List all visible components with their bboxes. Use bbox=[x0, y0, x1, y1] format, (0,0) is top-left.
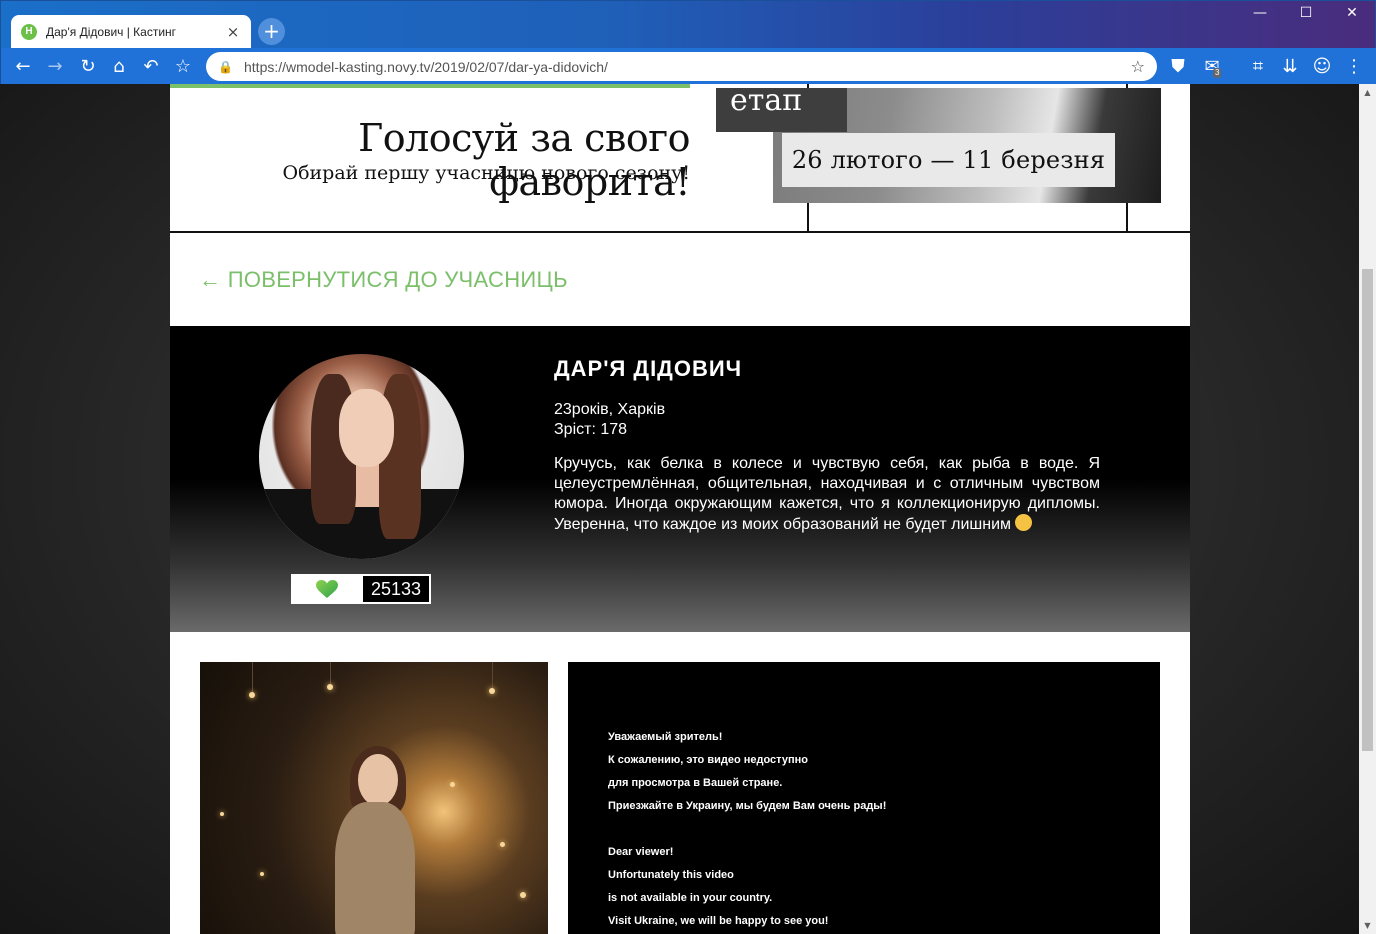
avatar-icon[interactable]: ☺ bbox=[1309, 54, 1335, 80]
lock-icon: 🔒 bbox=[218, 59, 233, 74]
address-bar[interactable]: 🔒 https://wmodel-kasting.novy.tv/2019/02… bbox=[206, 52, 1157, 81]
favicon-icon: Н bbox=[21, 23, 37, 40]
video-msg-line: Приезжайте в Украину, мы будем Вам очень… bbox=[608, 800, 887, 812]
new-tab-button[interactable]: + bbox=[258, 18, 285, 45]
star-icon[interactable]: ☆ bbox=[1131, 57, 1145, 76]
page-viewport: Голосуй за свого фаворита! Обирай першу … bbox=[0, 84, 1359, 934]
menu-icon[interactable]: ⋮ bbox=[1341, 54, 1367, 80]
bokeh-light bbox=[260, 872, 264, 876]
video-msg-line: Unfortunately this video bbox=[608, 869, 734, 881]
participant-name: ДАР'Я ДІДОВИЧ bbox=[554, 356, 743, 381]
bookmark-star-icon[interactable]: ☆ bbox=[170, 54, 196, 80]
photo-subject-face bbox=[358, 754, 398, 806]
browser-toolbar: ← → ↻ ⌂ ↶ ☆ 🔒 https://wmodel-kasting.nov… bbox=[1, 48, 1376, 85]
participant-bio: Кручусь, как белка в колесе и чувствую с… bbox=[554, 454, 1100, 535]
video-msg-line: Уважаемый зритель! bbox=[608, 731, 723, 743]
video-msg-line: Dear viewer! bbox=[608, 846, 674, 858]
page-content: Голосуй за свого фаворита! Обирай першу … bbox=[170, 84, 1190, 934]
lamp-bulb bbox=[489, 688, 495, 694]
lamp-bulb bbox=[327, 684, 333, 690]
vote-widget[interactable]: 25133 bbox=[291, 574, 431, 604]
stage-label: етап bbox=[716, 86, 847, 132]
scroll-down-icon[interactable]: ▼ bbox=[1359, 917, 1376, 934]
close-window-button[interactable]: ✕ bbox=[1329, 5, 1375, 21]
banner-headline: Голосуй за свого фаворита! bbox=[358, 116, 690, 204]
scroll-up-icon[interactable]: ▲ bbox=[1359, 84, 1376, 101]
forward-icon[interactable]: → bbox=[42, 54, 68, 80]
bokeh-light bbox=[220, 812, 224, 816]
video-msg-line: Visit Ukraine, we will be happy to see y… bbox=[608, 915, 829, 927]
profile-section: 25133 ДАР'Я ДІДОВИЧ 23років, Харків Зріс… bbox=[170, 326, 1190, 632]
gallery-photo[interactable] bbox=[200, 662, 548, 934]
bokeh-light bbox=[520, 892, 526, 898]
scrollbar-thumb[interactable] bbox=[1362, 269, 1373, 751]
shield-icon[interactable]: ⛊ bbox=[1165, 54, 1191, 80]
lamp-wire bbox=[330, 662, 331, 684]
heart-icon[interactable] bbox=[292, 575, 362, 603]
undo-icon[interactable]: ↶ bbox=[138, 54, 164, 80]
tab-close-icon[interactable]: × bbox=[225, 23, 241, 41]
home-icon[interactable]: ⌂ bbox=[106, 54, 132, 80]
avatar bbox=[259, 354, 464, 559]
browser-tab[interactable]: Н Дар'я Дідович | Кастинг × bbox=[11, 15, 251, 48]
url-text[interactable]: https://wmodel-kasting.novy.tv/2019/02/0… bbox=[244, 59, 1131, 75]
participant-info: 23років, Харків Зріст: 178 bbox=[554, 400, 665, 440]
video-unavailable-message: Уважаемый зритель! К сожалению, это виде… bbox=[608, 726, 886, 933]
height: Зріст: 178 bbox=[554, 421, 628, 438]
video-msg-line bbox=[608, 818, 886, 841]
bokeh-light bbox=[500, 842, 505, 847]
minimize-button[interactable]: — bbox=[1237, 5, 1283, 21]
lamp-bulb bbox=[249, 692, 255, 698]
lamp-wire bbox=[492, 662, 493, 688]
avatar-face bbox=[339, 389, 394, 467]
video-player[interactable]: Уважаемый зритель! К сожалению, это виде… bbox=[568, 662, 1160, 934]
mail-icon[interactable]: ✉ bbox=[1199, 54, 1225, 80]
browser-chrome: Н Дар'я Дідович | Кастинг × + — ☐ ✕ ← → … bbox=[0, 0, 1376, 85]
video-msg-line: для просмотра в Вашей стране. bbox=[608, 777, 783, 789]
back-to-participants-link[interactable]: ← ПОВЕРНУТИСЯ ДО УЧАСНИЦЬ bbox=[199, 267, 568, 293]
photo-subject-coat bbox=[335, 802, 415, 934]
video-msg-line: К сожалению, это видео недоступно bbox=[608, 754, 808, 766]
smile-emoji-icon bbox=[1015, 514, 1033, 531]
promo-banner[interactable]: Голосуй за свого фаворита! Обирай першу … bbox=[170, 84, 1190, 233]
maximize-button[interactable]: ☐ bbox=[1283, 5, 1329, 21]
crop-icon[interactable]: ⌗ bbox=[1245, 54, 1271, 80]
bokeh-light bbox=[450, 782, 455, 787]
age-city: 23років, Харків bbox=[554, 401, 666, 418]
heart-icon-svg bbox=[316, 579, 338, 598]
reload-icon[interactable]: ↻ bbox=[75, 54, 101, 80]
banner-subheadline: Обирай першу учасницю нового сезону! bbox=[282, 162, 691, 184]
video-msg-line: is not available in your country. bbox=[608, 892, 773, 904]
banner-accent-line bbox=[170, 84, 690, 88]
download-icon[interactable]: ⇊ bbox=[1277, 54, 1303, 80]
lamp-wire bbox=[252, 662, 253, 692]
voting-dates: 26 лютого — 11 березня bbox=[782, 133, 1115, 187]
tab-title: Дар'я Дідович | Кастинг bbox=[46, 24, 177, 39]
mail-badge: 3 bbox=[1213, 68, 1222, 78]
page-scrollbar[interactable]: ▲ ▼ bbox=[1359, 84, 1376, 934]
vote-count: 25133 bbox=[362, 575, 430, 603]
back-icon[interactable]: ← bbox=[10, 54, 36, 80]
